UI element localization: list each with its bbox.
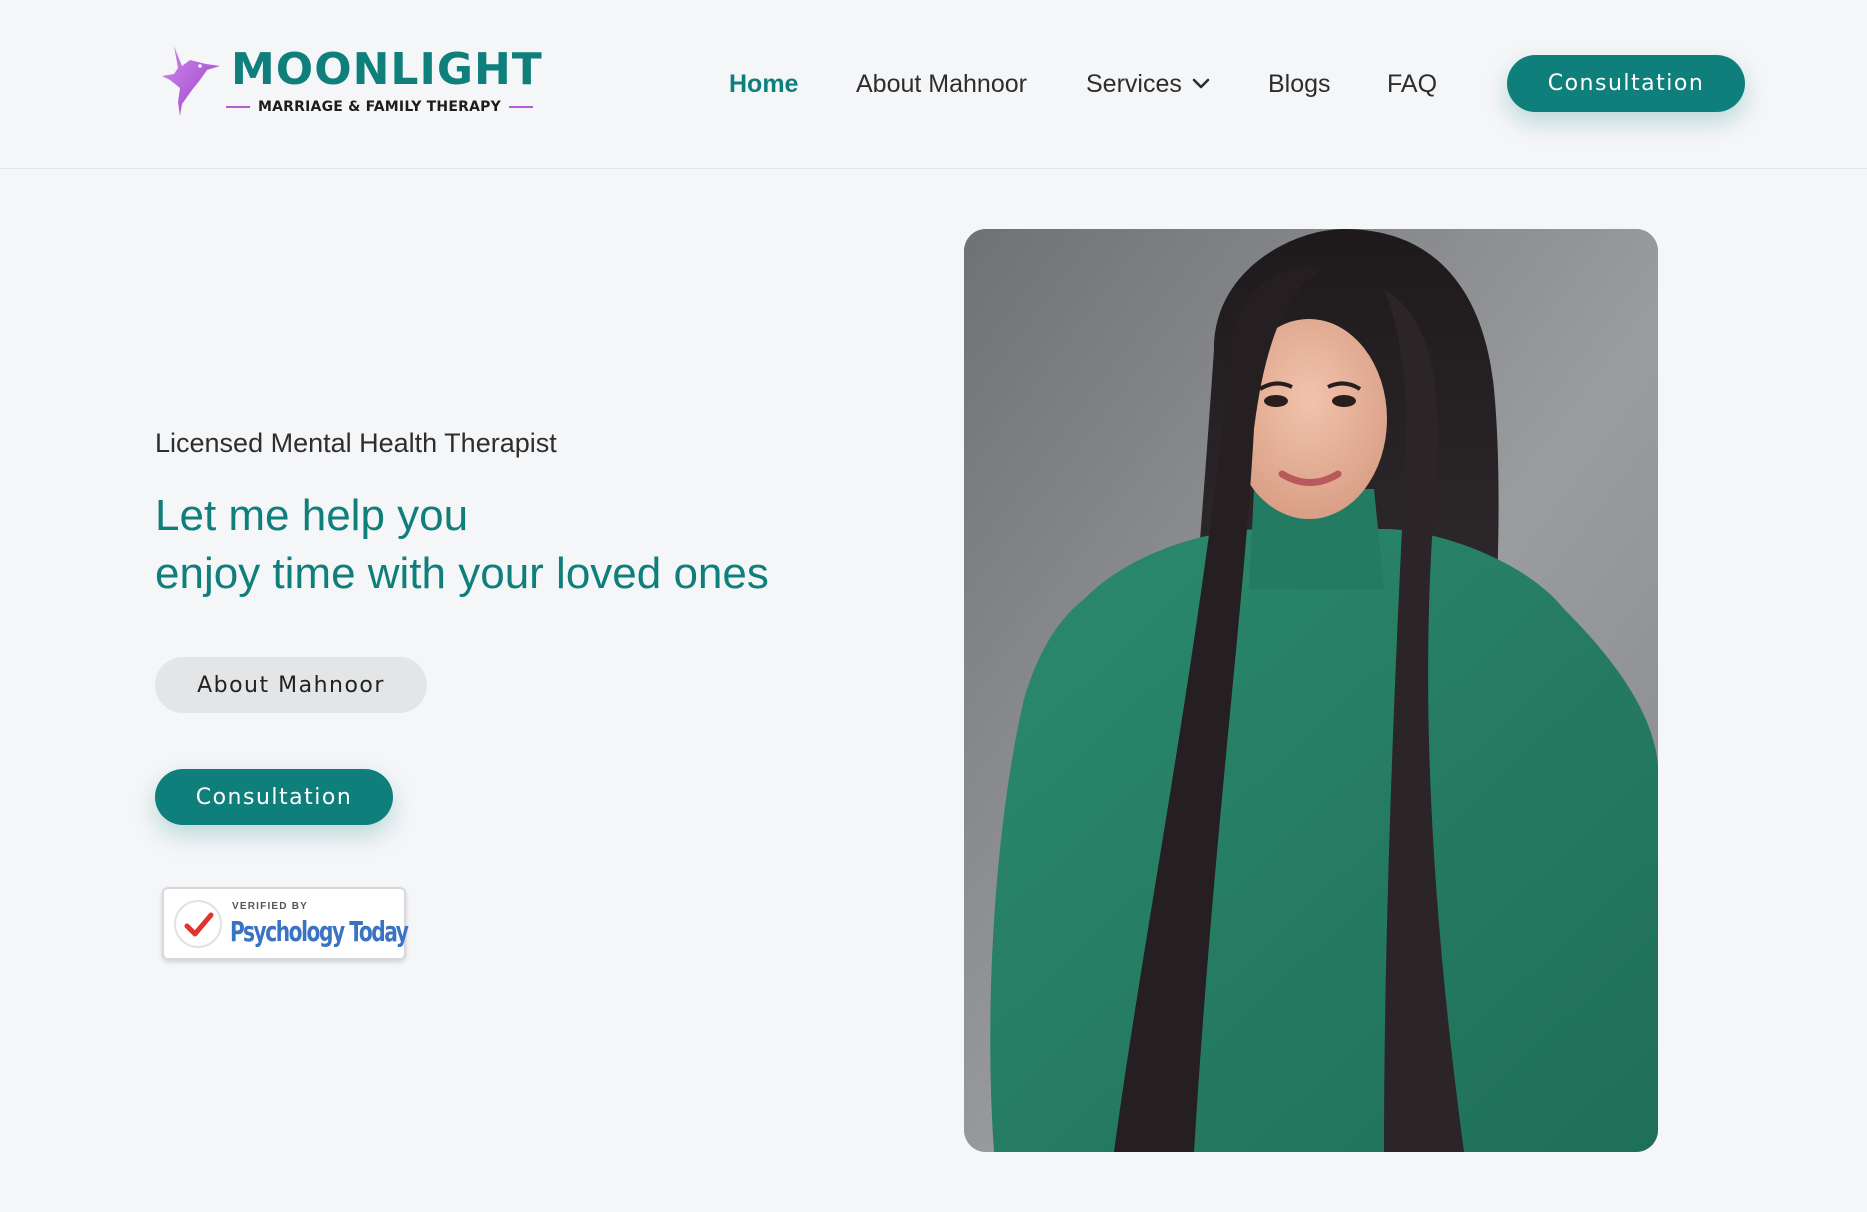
nav-item-faq[interactable]: FAQ: [1387, 64, 1437, 104]
hero-headline-line-1: Let me help you: [155, 491, 469, 540]
site-header: MOONLIGHT MARRIAGE & FAMILY THERAPY Home…: [0, 0, 1867, 169]
portrait-photo: [964, 229, 1658, 1152]
about-mahnoor-button[interactable]: About Mahnoor: [155, 657, 427, 713]
tagline-divider: [508, 106, 533, 108]
nav-item-about[interactable]: About Mahnoor: [856, 64, 1027, 104]
nav-item-services[interactable]: Services: [1086, 64, 1210, 104]
tagline-text: MARRIAGE & FAMILY THERAPY: [258, 99, 501, 115]
header-consultation-button[interactable]: Consultation: [1507, 55, 1745, 112]
hero-subtitle: Licensed Mental Health Therapist: [155, 428, 557, 458]
checkmark-icon: [174, 900, 222, 948]
psychology-today-badge[interactable]: VERIFIED BY Psychology Today: [162, 887, 409, 960]
nav-item-services-label: Services: [1086, 70, 1182, 98]
logo-name: MOONLIGHT: [231, 44, 543, 95]
hummingbird-icon: [162, 46, 220, 116]
hero-headline: Let me help you enjoy time with your lov…: [155, 487, 769, 603]
hero-consultation-button[interactable]: Consultation: [155, 769, 393, 825]
hero-headline-line-2: enjoy time with your loved ones: [155, 549, 769, 598]
badge-brand-text: Psychology Today: [230, 915, 409, 948]
nav-item-home[interactable]: Home: [729, 64, 798, 104]
nav-item-blogs[interactable]: Blogs: [1268, 64, 1331, 104]
badge-verified-text: VERIFIED BY: [232, 901, 308, 912]
logo-tagline: MARRIAGE & FAMILY THERAPY: [226, 99, 533, 115]
chevron-down-icon: [1192, 78, 1210, 89]
tagline-divider: [226, 106, 250, 108]
site-logo[interactable]: MOONLIGHT MARRIAGE & FAMILY THERAPY: [160, 42, 542, 122]
